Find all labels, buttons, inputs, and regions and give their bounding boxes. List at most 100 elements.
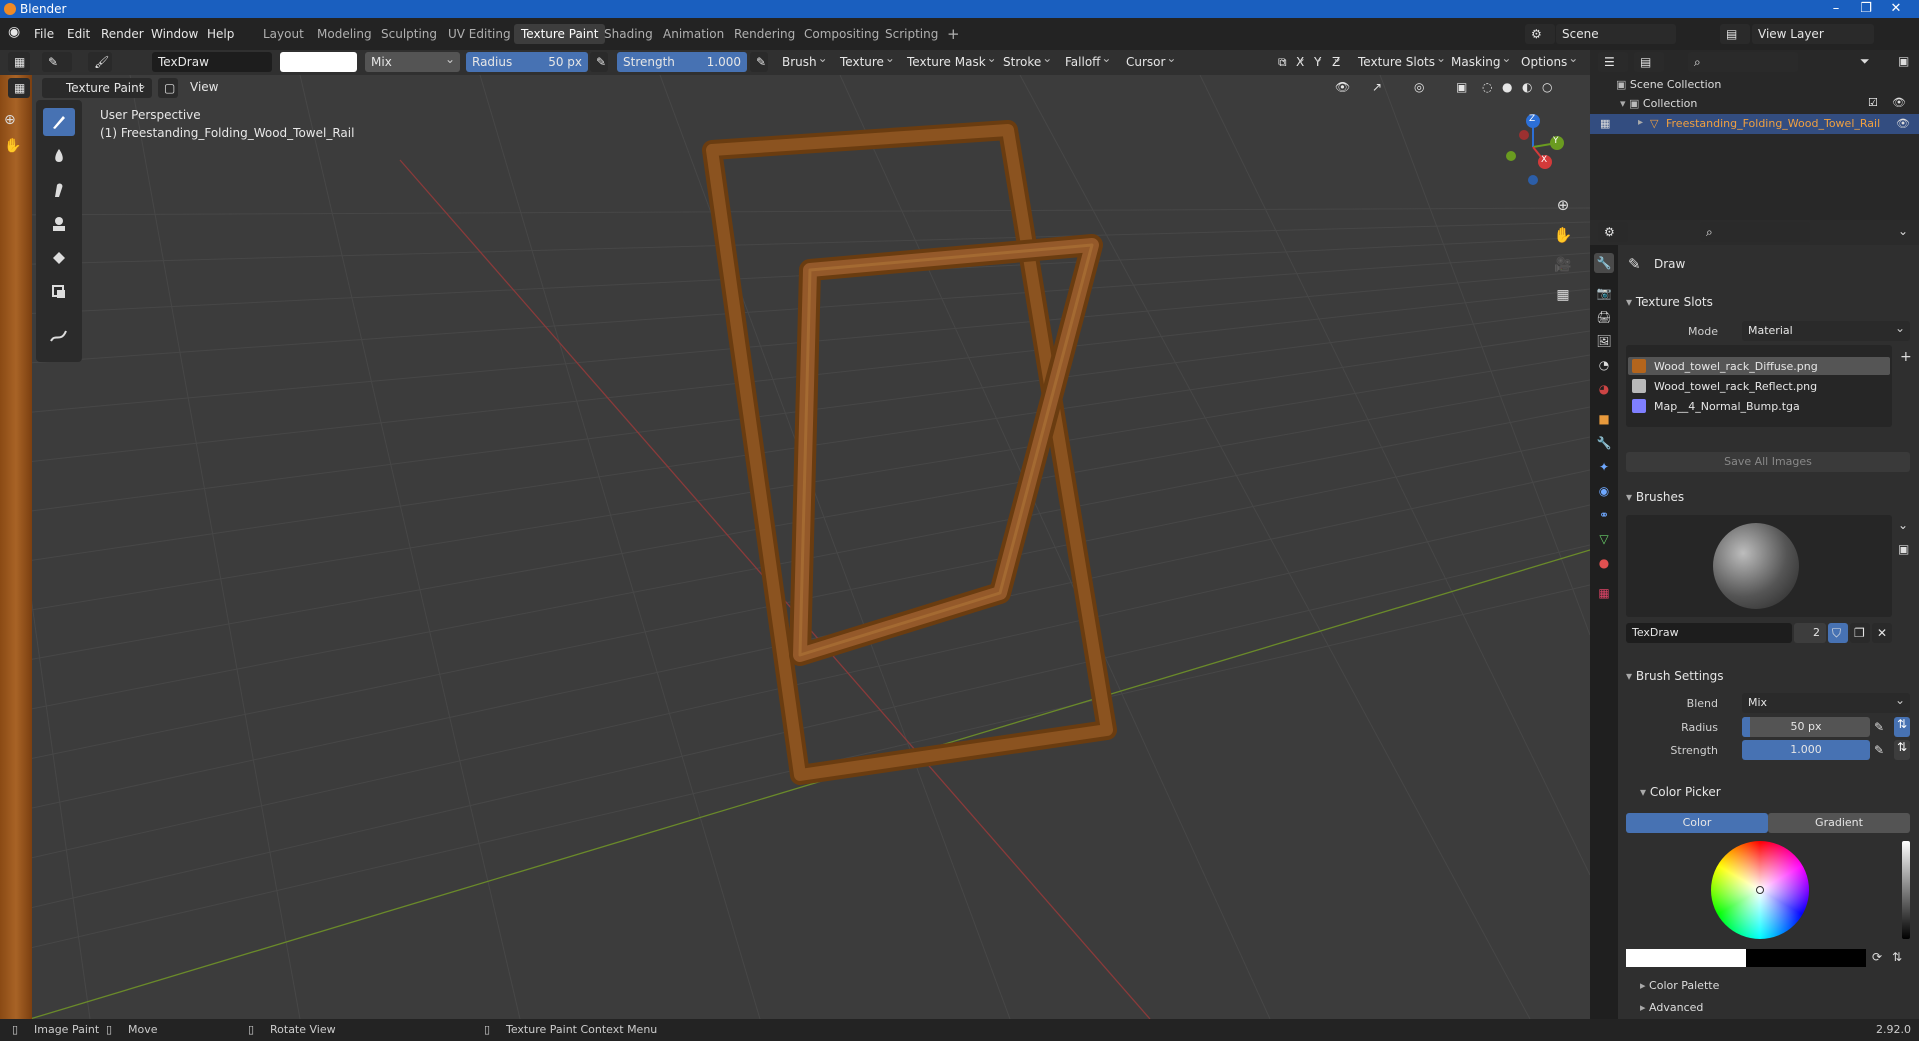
output-tab-icon[interactable]: 🖨 [1594, 307, 1614, 327]
tab-compositing[interactable]: Compositing [797, 24, 886, 44]
options-menu[interactable]: Options [1516, 48, 1581, 72]
properties-options-icon[interactable]: ⌄ [1898, 224, 1908, 238]
mode-dropdown[interactable]: Texture Paint [42, 75, 152, 98]
particles-tab-icon[interactable]: ✦ [1594, 457, 1614, 477]
advanced-panel-header[interactable]: ▸ Advanced [1640, 1001, 1703, 1014]
texture-menu[interactable]: Texture [835, 48, 898, 72]
brush-name-field[interactable]: TexDraw [152, 52, 272, 72]
pan-side-icon[interactable]: ✋ [4, 138, 28, 154]
modifier-tab-icon[interactable]: 🔧 [1594, 433, 1614, 453]
scene-selector-icon[interactable]: ⚙ [1525, 24, 1555, 44]
brush-icon[interactable]: 🖌 [88, 52, 112, 72]
object-visibility-icon[interactable]: 👁 [1896, 117, 1910, 130]
mask-toggle-icon[interactable]: ▢ [158, 78, 178, 98]
falloff-menu[interactable]: Falloff [1060, 48, 1114, 72]
scene-tab-icon[interactable]: ◔ [1594, 355, 1614, 375]
slot-row-0[interactable]: Wood_towel_rack_Diffuse.png [1628, 357, 1890, 375]
menu-window[interactable]: Window [151, 27, 198, 41]
scene-name[interactable]: Scene [1556, 24, 1676, 44]
tab-sculpting[interactable]: Sculpting [374, 24, 444, 44]
fake-user-icon[interactable]: ⛉ [1828, 623, 1848, 643]
texture-mask-menu[interactable]: Texture Mask [902, 48, 1000, 72]
pan-icon[interactable]: ✋ [1550, 222, 1576, 248]
tab-layout[interactable]: Layout [256, 24, 311, 44]
material-shading-icon[interactable]: ◐ [1522, 80, 1532, 94]
symmetry-icon[interactable]: ⧉ [1273, 48, 1292, 72]
viewport-editor-type-icon[interactable]: ▦ [8, 78, 30, 98]
radius-pressure-icon[interactable]: ✎ [590, 52, 608, 72]
swap-colors-icon[interactable]: ⟳ [1872, 950, 1882, 964]
color-unit-toggle-icon[interactable]: ⇅ [1892, 950, 1902, 964]
unlink-brush-icon[interactable]: ✕ [1872, 623, 1892, 643]
menu-help[interactable]: Help [207, 27, 234, 41]
collection-visibility-icon[interactable]: 👁 [1892, 96, 1906, 109]
render-tab-icon[interactable]: 📷 [1594, 283, 1614, 303]
brush-datablock-name[interactable]: TexDraw [1626, 623, 1792, 643]
mask-tool-icon[interactable] [43, 278, 75, 306]
outliner-object-row[interactable]: ▦ ▸ ▽ Freestanding_Folding_Wood_Towel_Ra… [1590, 114, 1919, 134]
menu-file[interactable]: File [34, 27, 54, 41]
menu-edit[interactable]: Edit [67, 27, 90, 41]
constraints-tab-icon[interactable]: ⚭ [1594, 505, 1614, 525]
tab-animation[interactable]: Animation [656, 24, 731, 44]
value-slider[interactable] [1902, 841, 1910, 939]
brush-settings-panel-header[interactable]: Brush Settings [1626, 669, 1724, 683]
texture-slots-menu[interactable]: Texture Slots [1353, 48, 1449, 72]
masking-menu[interactable]: Masking [1446, 48, 1514, 72]
outliner-search-input[interactable]: ⌕ [1688, 52, 1798, 72]
slot-row-2[interactable]: Map__4_Normal_Bump.tga [1628, 397, 1890, 415]
strength-pressure-icon[interactable]: ✎ [750, 52, 768, 72]
physics-tab-icon[interactable]: ◉ [1594, 481, 1614, 501]
add-workspace-icon[interactable]: + [940, 24, 967, 44]
paint-mode-icon[interactable]: ▦ [1600, 117, 1610, 130]
properties-editor-type-icon[interactable]: ⚙ [1598, 222, 1628, 242]
clone-tool-icon[interactable] [43, 210, 75, 238]
data-tab-icon[interactable]: ▽ [1594, 529, 1614, 549]
soften-tool-icon[interactable] [43, 142, 75, 170]
camera-view-icon[interactable]: 🎥 [1550, 252, 1576, 278]
view-menu[interactable]: View [190, 80, 218, 94]
draw-tool-icon[interactable] [43, 108, 75, 136]
visibility-icon[interactable]: 👁 [1335, 80, 1350, 94]
tab-modeling[interactable]: Modeling [310, 24, 379, 44]
brushes-panel-header[interactable]: Brushes [1626, 490, 1684, 504]
tool-tab-icon[interactable]: 🔧 [1594, 253, 1614, 273]
blender-menu-icon[interactable]: ◉ [8, 24, 20, 40]
fill-tool-icon[interactable] [43, 244, 75, 272]
outliner-scene-collection[interactable]: ▣ Scene Collection [1616, 78, 1721, 91]
editor-type-icon[interactable]: ▦ [8, 52, 30, 72]
view-layer-tab-icon[interactable]: 🖼 [1594, 331, 1614, 351]
zoom-side-icon[interactable]: ⊕ [4, 112, 28, 128]
radius-unit-toggle-icon[interactable]: ⇅ [1894, 717, 1910, 737]
view-layer-name[interactable]: View Layer [1752, 24, 1874, 44]
annotate-tool-icon[interactable] [43, 322, 75, 350]
view-layer-icon[interactable]: ▤ [1720, 24, 1750, 44]
color-wheel-cursor[interactable] [1756, 886, 1764, 894]
object-tab-icon[interactable]: ■ [1594, 409, 1614, 429]
brush-menu[interactable]: Brush [777, 48, 831, 72]
brush-color-swatch[interactable] [280, 52, 357, 72]
new-collection-icon[interactable]: ▣ [1898, 54, 1909, 68]
solid-shading-icon[interactable]: ● [1502, 80, 1512, 94]
texture-slots-panel-header[interactable]: Texture Slots [1626, 295, 1713, 309]
expand-collection-icon[interactable]: ▾ [1620, 97, 1629, 110]
rendered-shading-icon[interactable]: ○ [1542, 80, 1552, 94]
color-tab[interactable]: Color [1626, 813, 1768, 833]
blend-dropdown[interactable]: Mix [365, 49, 460, 72]
mirror-z-toggle[interactable]: Z [1327, 48, 1345, 72]
tab-scripting[interactable]: Scripting [878, 24, 945, 44]
texture-tab-icon[interactable]: ▦ [1594, 583, 1614, 603]
strength-slider[interactable]: Strength 1.000 [617, 52, 747, 72]
color-palette-panel-header[interactable]: ▸ Color Palette [1640, 979, 1719, 992]
radius-pressure-toggle-icon[interactable]: ✎ [1874, 720, 1884, 734]
radius-setting-slider[interactable]: 50 px [1742, 717, 1870, 737]
mirror-x-toggle[interactable]: X [1291, 48, 1309, 72]
outliner-collection[interactable]: ▾ ▣ Collection ☑ 👁 [1620, 96, 1919, 110]
blend-dropdown-field[interactable]: Mix [1742, 690, 1910, 713]
tab-rendering[interactable]: Rendering [727, 24, 802, 44]
save-all-images-button[interactable]: Save All Images [1626, 452, 1910, 472]
tab-uv-editing[interactable]: UV Editing [441, 24, 518, 44]
strength-toggle-icon[interactable]: ⇅ [1894, 740, 1910, 760]
brush-user-count[interactable]: 2 [1794, 623, 1826, 643]
brush-list-menu-icon[interactable]: ⌄ [1898, 518, 1908, 532]
